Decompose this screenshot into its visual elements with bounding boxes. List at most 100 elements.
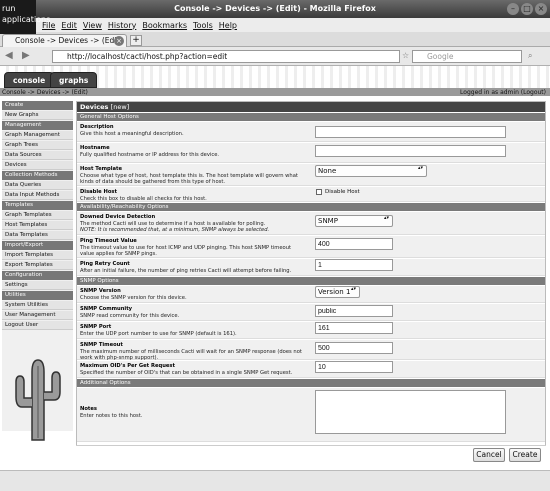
back-icon[interactable]: ◀	[5, 50, 13, 63]
sidebar-header-management: Management	[2, 121, 73, 130]
downed-detection-note: NOTE: It is recommended that, at a minim…	[80, 227, 270, 233]
url-text: http://localhost/cacti/host.php?action=e…	[67, 52, 228, 61]
cactus-logo	[15, 359, 61, 441]
new-tab-icon[interactable]: +	[130, 35, 142, 46]
maximize-icon[interactable]: □	[521, 3, 533, 15]
host-template-select[interactable]: None	[315, 165, 427, 177]
login-status[interactable]: Logged in as admin (Logout)	[460, 88, 546, 97]
search-placeholder: Google	[427, 52, 454, 61]
hostname-field[interactable]	[315, 145, 506, 157]
run-applications-overlay[interactable]: run applications	[0, 0, 50, 34]
row-snmp-community: SNMP Community SNMP read community for t…	[77, 304, 545, 321]
snmp-port-help: Enter the UDP port number to use for SNM…	[80, 330, 237, 337]
disable-host-checkbox[interactable]	[316, 189, 322, 195]
sidebar-item-import-templates[interactable]: Import Templates	[2, 251, 73, 260]
hostname-help: Fully qualified hostname or IP address f…	[80, 151, 220, 158]
section-snmp: SNMP Options	[77, 277, 545, 285]
notes-textarea[interactable]	[315, 390, 506, 434]
menu-help[interactable]: Help	[219, 21, 237, 30]
menu-edit[interactable]: Edit	[61, 21, 77, 30]
snmp-timeout-field[interactable]	[315, 342, 393, 354]
section-additional: Additional Options	[77, 379, 545, 387]
tab-console[interactable]: console	[4, 72, 55, 88]
minimize-icon[interactable]: –	[507, 3, 519, 15]
disable-host-checkbox-label[interactable]: Disable Host	[325, 189, 360, 195]
url-input[interactable]: http://localhost/cacti/host.php?action=e…	[52, 50, 400, 63]
sidebar-item-data-templates[interactable]: Data Templates	[2, 231, 73, 240]
sidebar-item-graph-trees[interactable]: Graph Trees	[2, 141, 73, 150]
host-template-help: Choose what type of host, host template …	[80, 172, 298, 186]
search-input[interactable]: Google	[412, 50, 522, 63]
sidebar-item-new-graphs[interactable]: New Graphs	[2, 111, 73, 120]
menu-bar: File Edit View History Bookmarks Tools H…	[0, 18, 550, 32]
sidebar-item-devices[interactable]: Devices	[2, 161, 73, 170]
tab-title: Console -> Devices -> (Edit)	[15, 36, 123, 45]
cancel-button[interactable]: Cancel	[473, 448, 505, 462]
row-snmp-version: SNMP Version Choose the SNMP version for…	[77, 286, 545, 303]
sidebar-item-logout-user[interactable]: Logout User	[2, 321, 73, 330]
section-availability: Availability/Reachability Options	[77, 203, 545, 211]
sidebar-item-graph-management[interactable]: Graph Management	[2, 131, 73, 140]
tab-strip: Console -> Devices -> (Edit) × +	[0, 32, 550, 47]
forward-icon[interactable]: ▶	[22, 50, 30, 63]
max-oids-help: Specified the number of OID's that can b…	[80, 369, 293, 376]
snmp-version-value: Version 1	[318, 288, 351, 296]
row-disable-host: Disable Host Check this box to disable a…	[77, 187, 545, 202]
bookmark-star-icon[interactable]: ☆	[402, 50, 409, 63]
ping-timeout-field[interactable]	[315, 238, 393, 250]
tab-graphs[interactable]: graphs	[50, 72, 98, 88]
sidebar-item-system-utilities[interactable]: System Utilities	[2, 301, 73, 310]
sidebar-item-data-sources[interactable]: Data Sources	[2, 151, 73, 160]
tab-close-icon[interactable]: ×	[114, 36, 124, 46]
ping-retry-help: After an initial failure, the number of …	[80, 267, 292, 274]
host-template-value: None	[318, 167, 337, 175]
sidebar-header-templates: Templates	[2, 201, 73, 210]
sidebar-header-create: Create	[2, 101, 73, 110]
form-heading: Devices [new]	[77, 102, 545, 112]
row-downed-detection: Downed Device Detection The method Cacti…	[77, 212, 545, 235]
snmp-version-select[interactable]: Version 1	[315, 286, 360, 298]
create-button[interactable]: Create	[509, 448, 541, 462]
snmp-community-field[interactable]	[315, 305, 393, 317]
row-snmp-timeout: SNMP Timeout The maximum number of milli…	[77, 340, 545, 362]
description-field[interactable]	[315, 126, 506, 138]
window-title: Console -> Devices -> (Edit) - Mozilla F…	[174, 4, 376, 13]
sidebar-item-settings[interactable]: Settings	[2, 281, 73, 290]
navigation-bar: ◀ ▶ http://localhost/cacti/host.php?acti…	[0, 47, 550, 66]
menu-bookmarks[interactable]: Bookmarks	[142, 21, 187, 30]
max-oids-field[interactable]	[315, 361, 393, 373]
sidebar-item-data-queries[interactable]: Data Queries	[2, 181, 73, 190]
status-bar	[0, 470, 550, 491]
snmp-timeout-help: The maximum number of milliseconds Cacti…	[80, 348, 302, 362]
description-help: Give this host a meaningful description.	[80, 130, 184, 137]
section-general: General Host Options	[77, 113, 545, 121]
form-actions: Cancel Create	[76, 445, 546, 465]
disable-host-control: Disable Host	[316, 189, 360, 195]
menu-view[interactable]: View	[83, 21, 102, 30]
menu-history[interactable]: History	[108, 21, 136, 30]
ping-retry-field[interactable]	[315, 259, 393, 271]
sidebar-header-collection-methods: Collection Methods	[2, 171, 73, 180]
browser-tab[interactable]: Console -> Devices -> (Edit) ×	[2, 34, 127, 47]
sidebar-item-user-management[interactable]: User Management	[2, 311, 73, 320]
search-icon[interactable]: ⌕	[528, 50, 532, 63]
sidebar-item-graph-templates[interactable]: Graph Templates	[2, 211, 73, 220]
row-snmp-port: SNMP Port Enter the UDP port number to u…	[77, 322, 545, 339]
downed-detection-select[interactable]: SNMP	[315, 215, 393, 227]
snmp-version-help: Choose the SNMP version for this device.	[80, 294, 187, 301]
sidebar-item-data-input-methods[interactable]: Data Input Methods	[2, 191, 73, 200]
sidebar-item-export-templates[interactable]: Export Templates	[2, 261, 73, 270]
sidebar-item-host-templates[interactable]: Host Templates	[2, 221, 73, 230]
window-controls: – □ ×	[507, 3, 547, 15]
menu-tools[interactable]: Tools	[193, 21, 213, 30]
disable-host-help: Check this box to disable all checks for…	[80, 195, 207, 202]
snmp-community-help: SNMP read community for this device.	[80, 312, 180, 319]
sidebar-header-utilities: Utilities	[2, 291, 73, 300]
form-heading-tag: [new]	[110, 103, 130, 111]
downed-detection-value: SNMP	[318, 217, 338, 225]
close-icon[interactable]: ×	[535, 3, 547, 15]
max-oids-label: Maximum OID's Per Get Request	[80, 363, 175, 369]
snmp-port-field[interactable]	[315, 322, 393, 334]
form-heading-title: Devices	[80, 103, 109, 111]
notes-help: Enter notes to this host.	[80, 412, 143, 419]
